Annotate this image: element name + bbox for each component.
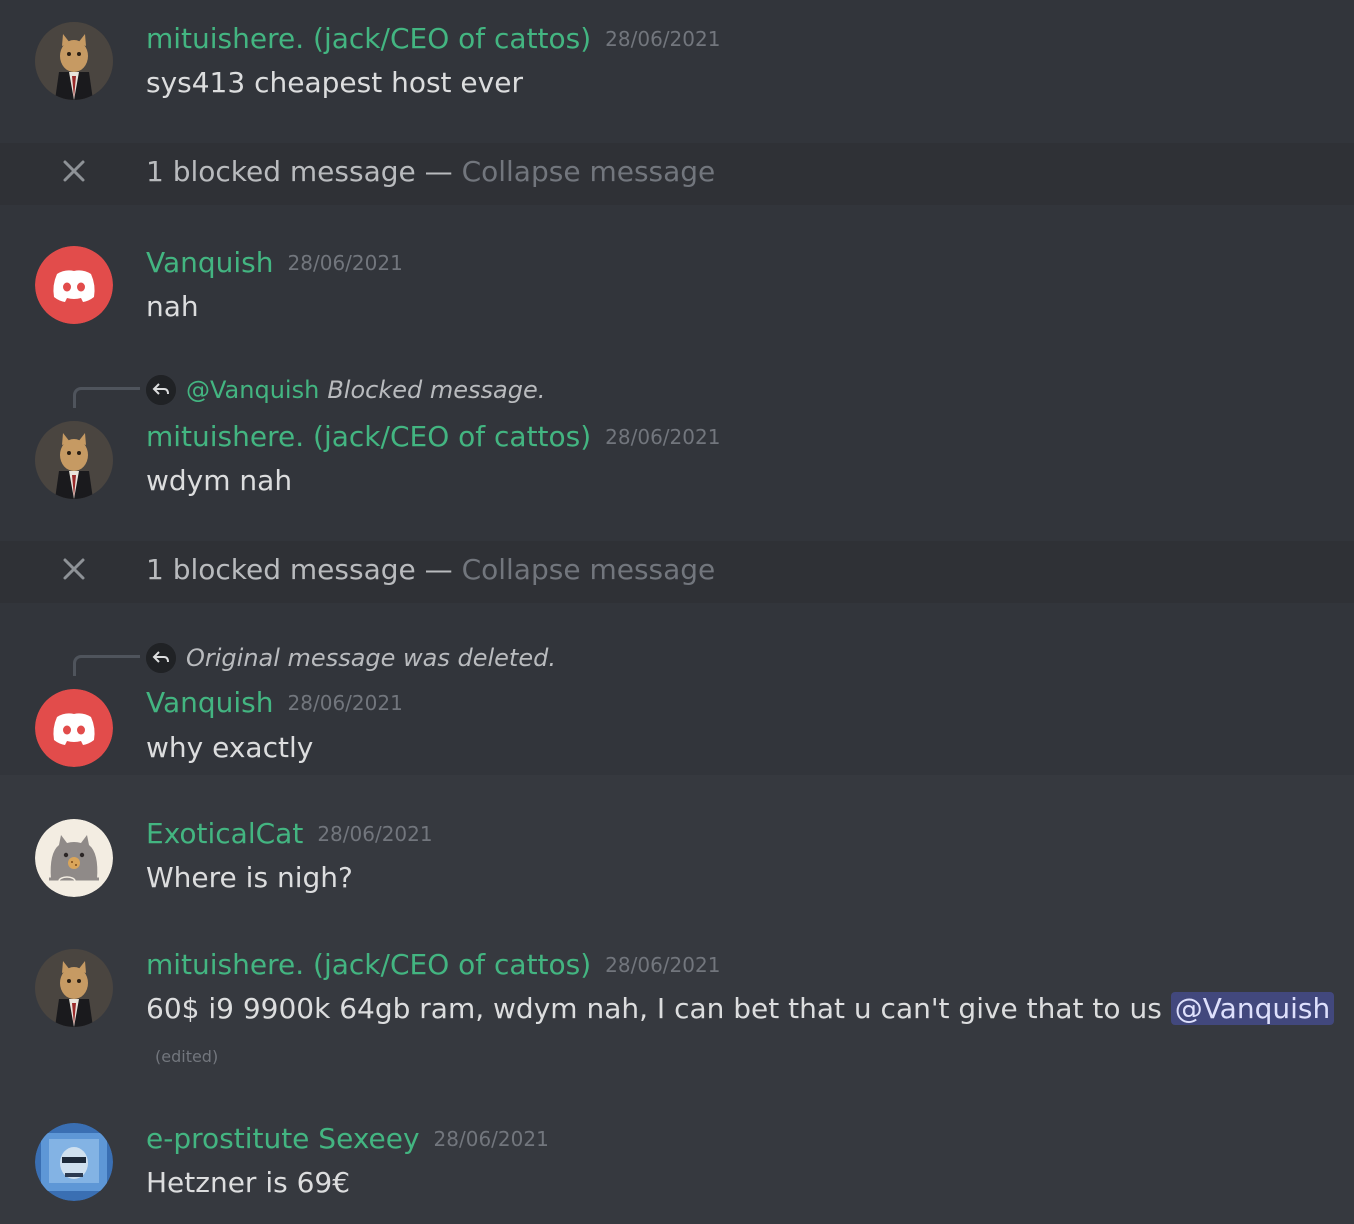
avatar-cat-suit[interactable]: [35, 421, 113, 499]
message-text: Where is nigh?: [146, 861, 353, 894]
timestamp: 28/06/2021: [433, 1127, 549, 1151]
message-text: sys413 cheapest host ever: [146, 66, 523, 99]
reply-content: Blocked message.: [327, 376, 546, 404]
username[interactable]: ExoticalCat 28/06/2021: [146, 817, 433, 850]
message-reply[interactable]: Original message was deleted. Vanquish 28…: [0, 603, 1354, 775]
edited-label: (edited): [155, 1047, 219, 1066]
cat-suit-avatar-icon: [35, 22, 113, 100]
blocked-message-row: 1 blocked message — Collapse message: [0, 541, 1354, 603]
timestamp: 28/06/2021: [605, 27, 721, 51]
message-text: Hetzner is 69€: [146, 1166, 351, 1199]
timestamp: 28/06/2021: [317, 822, 433, 846]
close-icon[interactable]: [60, 555, 88, 583]
username[interactable]: Vanquish 28/06/2021: [146, 686, 403, 719]
avatar-discord-default[interactable]: [35, 689, 113, 767]
avatar-blue-photo[interactable]: [35, 1123, 113, 1201]
message-text: nah: [146, 290, 199, 323]
message[interactable]: e-prostitute Sexeey 28/06/2021 Hetzner is…: [0, 1099, 1354, 1224]
reply-connector: [73, 387, 140, 408]
message[interactable]: ExoticalCat 28/06/2021 Where is nigh?: [0, 775, 1354, 915]
close-icon[interactable]: [60, 157, 88, 185]
timestamp: 28/06/2021: [287, 691, 403, 715]
message-text: why exactly: [146, 731, 314, 764]
avatar-pusheen-cat[interactable]: [35, 819, 113, 897]
message-reply[interactable]: @Vanquish Blocked message. mituishere. (j…: [0, 335, 1354, 541]
timestamp: 28/06/2021: [605, 425, 721, 449]
timestamp: 28/06/2021: [287, 251, 403, 275]
reply-arrow-icon: [146, 375, 176, 405]
message[interactable]: Vanquish 28/06/2021 nah: [0, 205, 1354, 335]
message-text: 60$ i9 9900k 64gb ram, wdym nah, I can b…: [146, 992, 1335, 1025]
avatar-discord-default[interactable]: [35, 246, 113, 324]
chat-log: mituishere. (jack/CEO of cattos) 28/06/20…: [0, 0, 1354, 1224]
blue-portrait-avatar-icon: [35, 1123, 113, 1201]
blocked-label: 1 blocked message —: [146, 155, 453, 188]
username[interactable]: mituishere. (jack/CEO of cattos) 28/06/20…: [146, 22, 720, 55]
cat-suit-avatar-icon: [35, 421, 113, 499]
avatar-cat-suit[interactable]: [35, 949, 113, 1027]
discord-logo-icon: [35, 689, 113, 767]
user-mention[interactable]: @Vanquish: [1170, 992, 1335, 1025]
reply-connector: [73, 655, 140, 676]
discord-logo-icon: [35, 246, 113, 324]
reply-author[interactable]: @Vanquish: [186, 376, 319, 404]
reply-preview[interactable]: @Vanquish Blocked message.: [186, 376, 545, 404]
username[interactable]: e-prostitute Sexeey 28/06/2021: [146, 1122, 549, 1155]
message-text: wdym nah: [146, 464, 293, 497]
blocked-label: 1 blocked message —: [146, 553, 453, 586]
username[interactable]: Vanquish 28/06/2021: [146, 246, 403, 279]
reply-preview: Original message was deleted.: [186, 644, 556, 672]
pusheen-cat-avatar-icon: [35, 819, 113, 897]
message[interactable]: mituishere. (jack/CEO of cattos) 28/06/20…: [0, 915, 1354, 1099]
collapse-message-link[interactable]: Collapse message: [462, 155, 716, 188]
blocked-message-row: 1 blocked message — Collapse message: [0, 143, 1354, 205]
username[interactable]: mituishere. (jack/CEO of cattos) 28/06/20…: [146, 948, 720, 981]
avatar-cat-suit[interactable]: [35, 22, 113, 100]
message[interactable]: mituishere. (jack/CEO of cattos) 28/06/20…: [0, 0, 1354, 143]
timestamp: 28/06/2021: [605, 953, 721, 977]
reply-arrow-icon: [146, 643, 176, 673]
cat-suit-avatar-icon: [35, 949, 113, 1027]
username[interactable]: mituishere. (jack/CEO of cattos) 28/06/20…: [146, 420, 720, 453]
collapse-message-link[interactable]: Collapse message: [462, 553, 716, 586]
